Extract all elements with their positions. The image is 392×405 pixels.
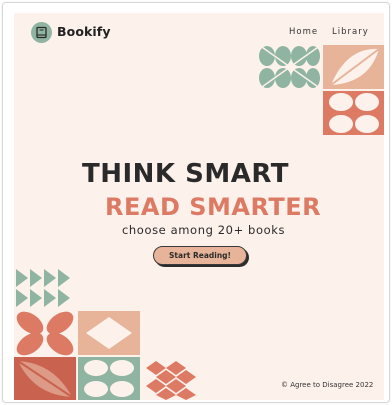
brand-name[interactable]: Bookify [57, 24, 111, 39]
browser-frame: Bookify Home Library THINK SMART READ SM… [2, 2, 390, 403]
green-triangles-tile [16, 269, 70, 307]
book-icon[interactable] [31, 22, 52, 43]
green-oval-tile [78, 357, 140, 400]
headline-think-smart: THINK SMART [82, 159, 289, 189]
start-reading-button[interactable]: Start Reading! [153, 246, 247, 265]
top-right-geometric-pattern [259, 44, 384, 135]
bottom-left-geometric-pattern [14, 269, 196, 400]
landing-page: Bookify Home Library THINK SMART READ SM… [14, 13, 384, 400]
headline-read-smarter: READ SMARTER [105, 193, 322, 221]
red-oval-tile [323, 91, 384, 135]
peach-leaf-tile [323, 45, 384, 89]
red-diamonds-tile [146, 361, 196, 400]
green-petal-tile [259, 44, 322, 90]
hero-subtitle: choose among 20+ books [122, 223, 286, 237]
peach-diamond-tile [78, 311, 140, 355]
nav-home-link[interactable]: Home [289, 27, 318, 37]
nav-library-link[interactable]: Library [332, 27, 369, 37]
dark-red-leaf-tile [14, 357, 76, 400]
red-petal-tile [14, 311, 76, 356]
footer-copyright: © Agree to Disagree 2022 [281, 381, 374, 389]
